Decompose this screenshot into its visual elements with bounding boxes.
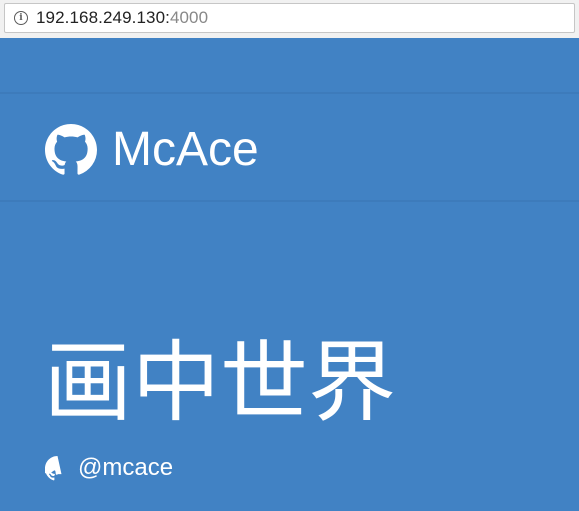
github-icon [45,455,62,480]
header-top-divider [0,92,579,94]
github-handle-link[interactable]: @mcace [45,454,173,482]
url-text: 192.168.249.130:4000 [36,8,208,28]
url-input[interactable]: i 192.168.249.130:4000 [4,3,575,33]
brand-name: McAce [112,123,259,176]
page-title: 画中世界 [44,331,397,434]
browser-address-bar: i 192.168.249.130:4000 [0,0,579,38]
github-handle: @mcace [78,454,174,481]
header-bottom-divider [0,200,579,202]
info-icon[interactable]: i [14,11,28,25]
url-host: 192.168.249.130: [36,8,170,27]
url-port: 4000 [169,8,209,27]
brand-link[interactable]: McAce [45,120,259,180]
github-icon [45,124,97,175]
